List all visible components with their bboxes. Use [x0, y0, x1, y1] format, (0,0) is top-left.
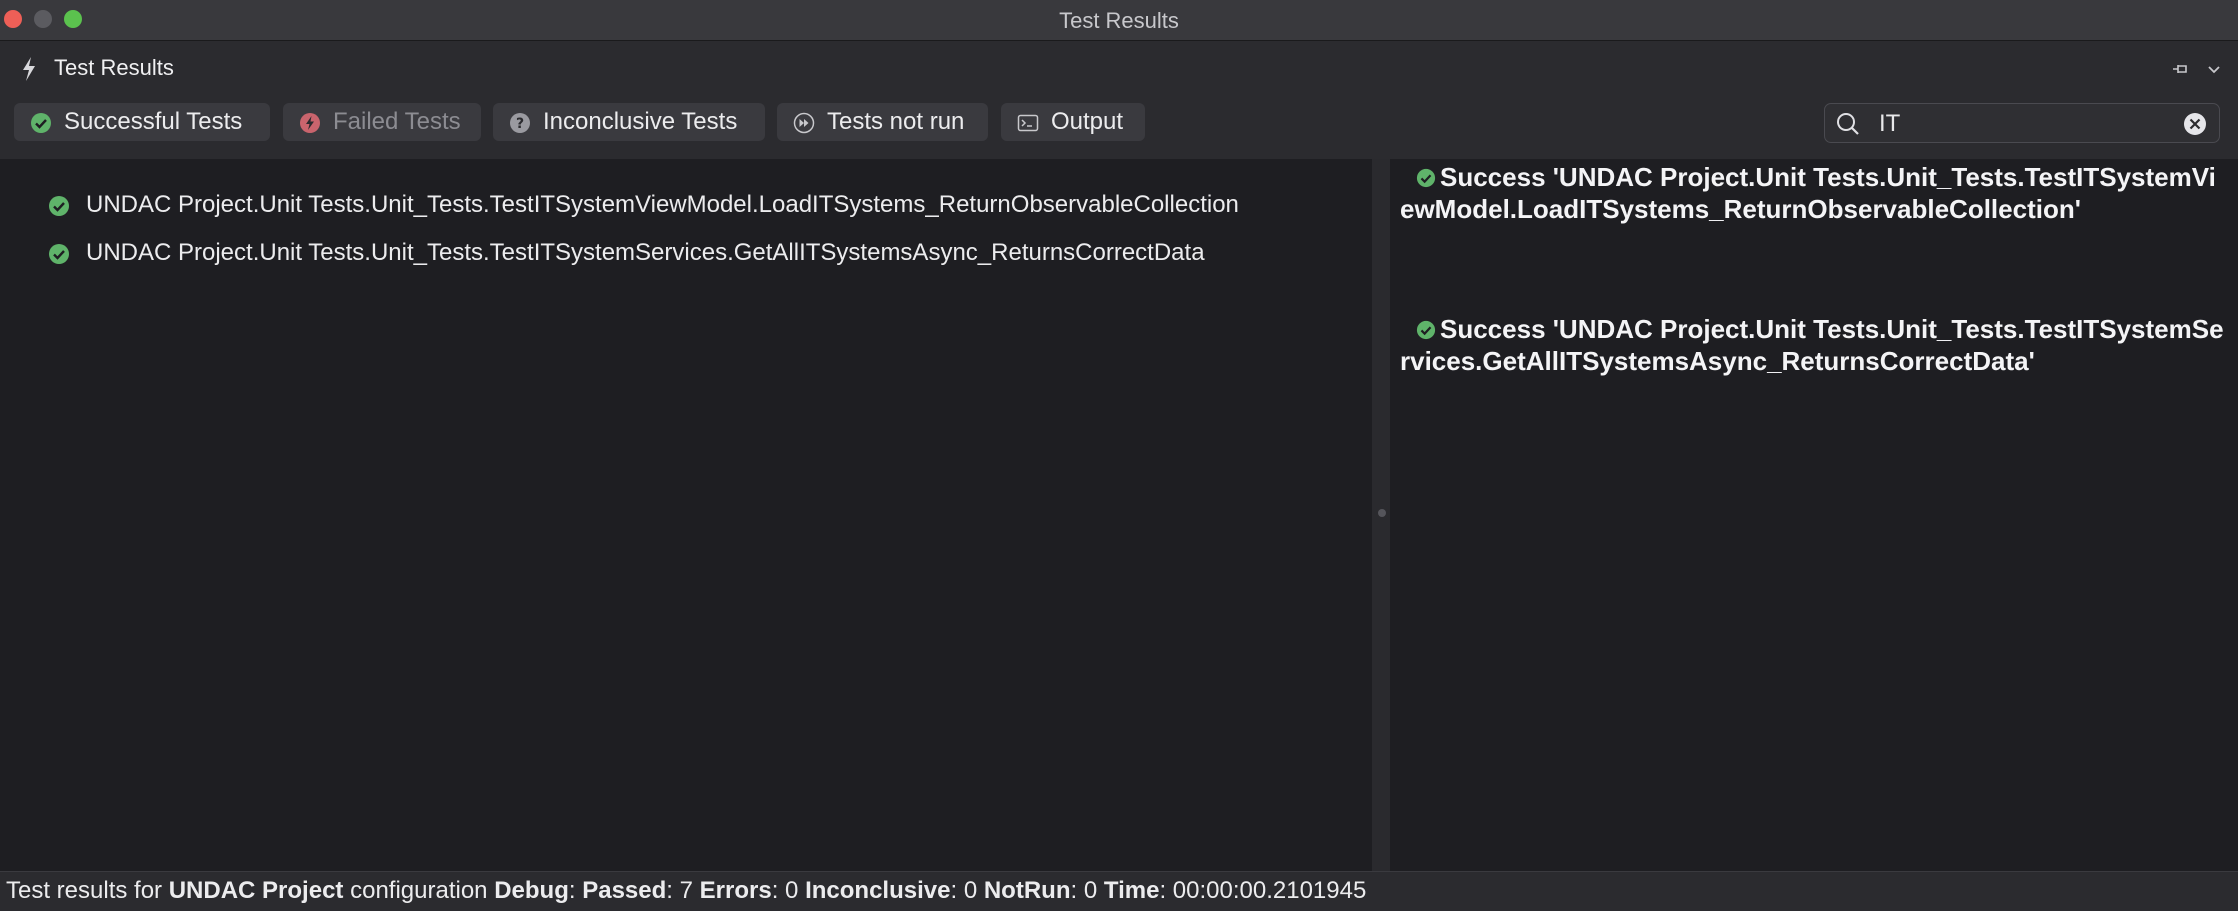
test-name: UNDAC Project.Unit Tests.Unit_Tests.Test…: [86, 239, 1205, 266]
clear-search-icon[interactable]: [2183, 112, 2207, 136]
status-errors-label: Errors: [699, 877, 772, 904]
window-title: Test Results: [1059, 8, 1179, 33]
test-results-list: UNDAC Project.Unit Tests.Unit_Tests.Test…: [0, 159, 1372, 871]
output-label: Output: [1051, 108, 1124, 135]
status-time: 00:00:00.2101945: [1172, 877, 1367, 904]
status-time-label: Time: [1103, 877, 1160, 904]
terminal-icon: [1017, 114, 1039, 132]
output-button[interactable]: Output: [1001, 103, 1145, 141]
list-item[interactable]: UNDAC Project.Unit Tests.Unit_Tests.Test…: [0, 185, 1372, 225]
search-icon: [1837, 113, 1859, 135]
status-errors: 0: [785, 877, 799, 904]
status-passed: 7: [679, 877, 693, 904]
lightning-icon: [23, 57, 35, 81]
failed-tests-label: Failed Tests: [333, 108, 461, 135]
window-titlebar: Test Results: [0, 0, 2238, 41]
output-text: Success 'UNDAC Project.Unit Tests.Unit_T…: [1400, 162, 2216, 224]
successful-tests-button[interactable]: Successful Tests: [14, 103, 270, 141]
status-notrun-label: NotRun: [983, 877, 1071, 904]
status-config: Debug: [494, 877, 569, 904]
output-text: Success 'UNDAC Project.Unit Tests.Unit_T…: [1400, 314, 2224, 376]
inconclusive-tests-label: Inconclusive Tests: [543, 108, 738, 135]
svg-text:?: ?: [516, 116, 524, 132]
successful-tests-label: Successful Tests: [64, 108, 243, 135]
output-entry: Success 'UNDAC Project.Unit Tests.Unit_T…: [1400, 161, 2230, 225]
pane-splitter[interactable]: [1372, 159, 1390, 871]
test-output-pane: Success 'UNDAC Project.Unit Tests.Unit_T…: [1390, 159, 2238, 871]
status-notrun: 0: [1083, 877, 1098, 904]
status-summary: Test results for UNDAC Project configura…: [6, 877, 1367, 904]
pad-title: Test Results: [54, 55, 174, 80]
status-inconclusive: 0: [963, 877, 978, 904]
failed-bolt-icon: [300, 113, 320, 133]
success-check-icon: [1416, 168, 1436, 188]
status-project: UNDAC Project: [168, 877, 344, 904]
search-box: [1824, 103, 2220, 143]
success-check-icon: [1416, 320, 1436, 340]
status-prefix: Test results for: [6, 877, 163, 904]
success-check-icon: [49, 196, 69, 216]
test-name: UNDAC Project.Unit Tests.Unit_Tests.Test…: [86, 191, 1239, 218]
tests-not-run-button[interactable]: Tests not run: [777, 103, 988, 141]
search-input[interactable]: [1877, 107, 2151, 141]
status-bar: Test results for UNDAC Project configura…: [0, 871, 2238, 911]
inconclusive-tests-button[interactable]: ? Inconclusive Tests: [493, 103, 765, 141]
chevron-down-icon[interactable]: [2204, 59, 2224, 79]
status-config-label: configuration: [350, 877, 488, 904]
tests-not-run-label: Tests not run: [827, 108, 965, 135]
test-filter-toolbar: Successful Tests Failed Tests ? Inconclu…: [0, 97, 2238, 159]
question-icon: ?: [510, 113, 530, 133]
pin-icon[interactable]: [2170, 59, 2190, 79]
success-check-icon: [31, 113, 51, 133]
output-entry: Success 'UNDAC Project.Unit Tests.Unit_T…: [1400, 313, 2230, 377]
success-check-icon: [49, 244, 69, 264]
splitter-grip[interactable]: [1378, 509, 1386, 517]
fast-forward-icon: [793, 112, 815, 134]
pad-header: Test Results: [0, 41, 2238, 97]
status-inconclusive-label: Inconclusive: [805, 877, 951, 904]
list-item[interactable]: UNDAC Project.Unit Tests.Unit_Tests.Test…: [0, 233, 1372, 273]
status-passed-label: Passed: [582, 877, 667, 904]
failed-tests-button[interactable]: Failed Tests: [283, 103, 481, 141]
